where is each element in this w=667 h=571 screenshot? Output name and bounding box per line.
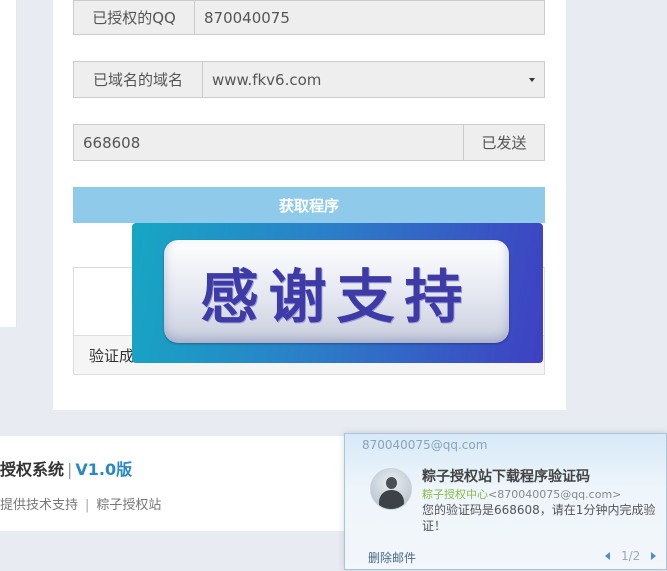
avatar-head (386, 477, 397, 489)
code-input-group: 668608 已发送 (73, 124, 545, 161)
qq-input-group: 已授权的QQ 870040075 (73, 0, 545, 35)
prev-arrow-icon[interactable] (605, 552, 610, 560)
thanks-support-banner: 感谢支持 (132, 223, 543, 363)
delete-mail-button[interactable]: 删除邮件 (368, 549, 416, 566)
brand-separator: | (67, 460, 73, 479)
link-separator: | (85, 498, 90, 513)
notification-sender: 粽子授权中心<870040075@qq.com> (422, 486, 621, 502)
footer-links: 提供技术支持 | 粽子授权站 (0, 494, 161, 513)
domain-label: 已域名的域名 (74, 62, 203, 97)
version-label: V1.0版 (75, 460, 133, 479)
domain-select-value: www.fkv6.com (212, 70, 322, 89)
footer-brand: 授权系统 | V1.0版 (0, 456, 132, 480)
brand-name: 授权系统 (0, 460, 65, 479)
qq-label: 已授权的QQ (74, 1, 195, 34)
sender-email: <870040075@qq.com> (488, 488, 622, 501)
verification-code-field[interactable]: 668608 (74, 125, 463, 160)
thanks-plate: 感谢支持 (164, 240, 509, 343)
support-text: 提供技术支持 (0, 498, 79, 513)
left-side-panel (0, 0, 17, 327)
qq-field[interactable]: 870040075 (195, 1, 544, 34)
chevron-down-icon (529, 77, 535, 82)
avatar-body (379, 490, 404, 509)
sender-name: 粽子授权中心 (422, 488, 488, 501)
notification-account: 870040075@qq.com (362, 438, 488, 452)
pager-text: 1/2 (621, 549, 641, 563)
notification-body: 您的验证码是668608，请在1分钟内完成验证！ (422, 503, 656, 533)
notification-subject[interactable]: 粽子授权站下载程序验证码 (422, 466, 590, 486)
notification-toolbar: 删除邮件 1/2 (345, 546, 666, 571)
avatar (370, 468, 412, 510)
get-program-button[interactable]: 获取程序 (73, 187, 545, 223)
site-link[interactable]: 粽子授权站 (96, 498, 161, 513)
domain-input-group: 已域名的域名 www.fkv6.com (73, 61, 545, 98)
send-code-button[interactable]: 已发送 (463, 125, 544, 160)
mail-notification-popup[interactable]: 870040075@qq.com 粽子授权站下载程序验证码 粽子授权中心<870… (344, 433, 667, 570)
domain-select[interactable]: www.fkv6.com (203, 62, 544, 97)
notification-pager: 1/2 (605, 549, 657, 563)
thanks-text: 感谢支持 (200, 262, 473, 331)
next-arrow-icon[interactable] (651, 552, 657, 560)
